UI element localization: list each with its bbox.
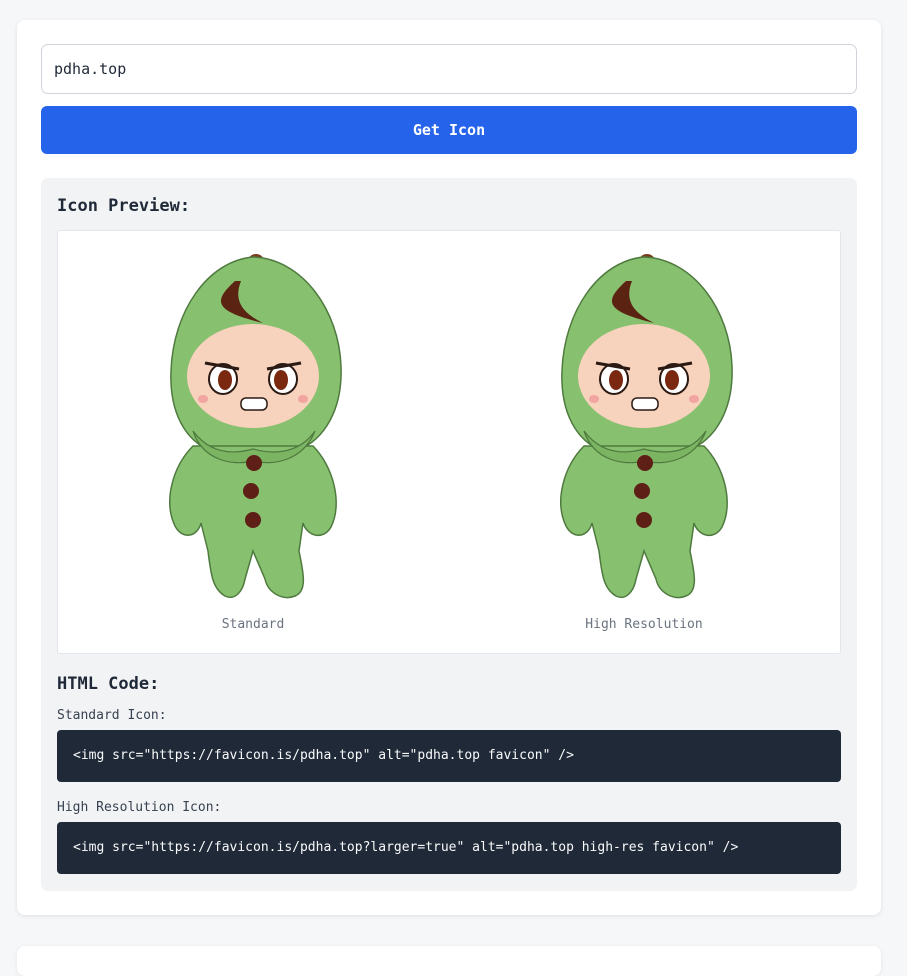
highres-caption: High Resolution [585,617,703,632]
html-code-title: HTML Code: [57,674,160,694]
standard-code-label: Standard Icon: [57,708,167,723]
standard-code-block[interactable]: <img src="https://favicon.is/pdha.top" a… [57,730,841,782]
icon-preview-box: Standard High Resolution [57,230,841,654]
standard-favicon-image [169,254,342,599]
preview-panel: Icon Preview: Standard High Resolution H… [41,178,857,891]
next-card [17,946,881,976]
domain-input[interactable] [41,44,857,94]
get-icon-button[interactable]: Get Icon [41,106,857,154]
highres-favicon-image [560,254,733,599]
standard-caption: Standard [221,617,285,632]
highres-code-label: High Resolution Icon: [57,800,222,815]
icon-preview-title: Icon Preview: [57,196,191,216]
favicon-tool-card: Get Icon Icon Preview: [17,20,881,915]
highres-code-block[interactable]: <img src="https://favicon.is/pdha.top?la… [57,822,841,874]
